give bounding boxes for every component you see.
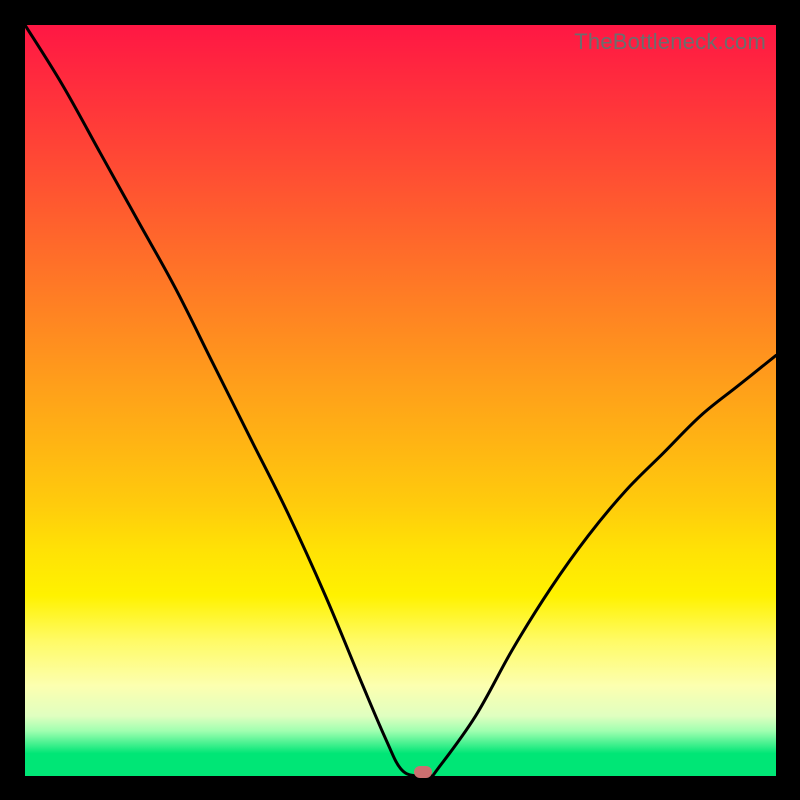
curve-line	[25, 25, 776, 776]
data-marker	[414, 766, 432, 778]
chart-container: TheBottleneck.com	[0, 0, 800, 800]
plot-area: TheBottleneck.com	[25, 25, 776, 776]
